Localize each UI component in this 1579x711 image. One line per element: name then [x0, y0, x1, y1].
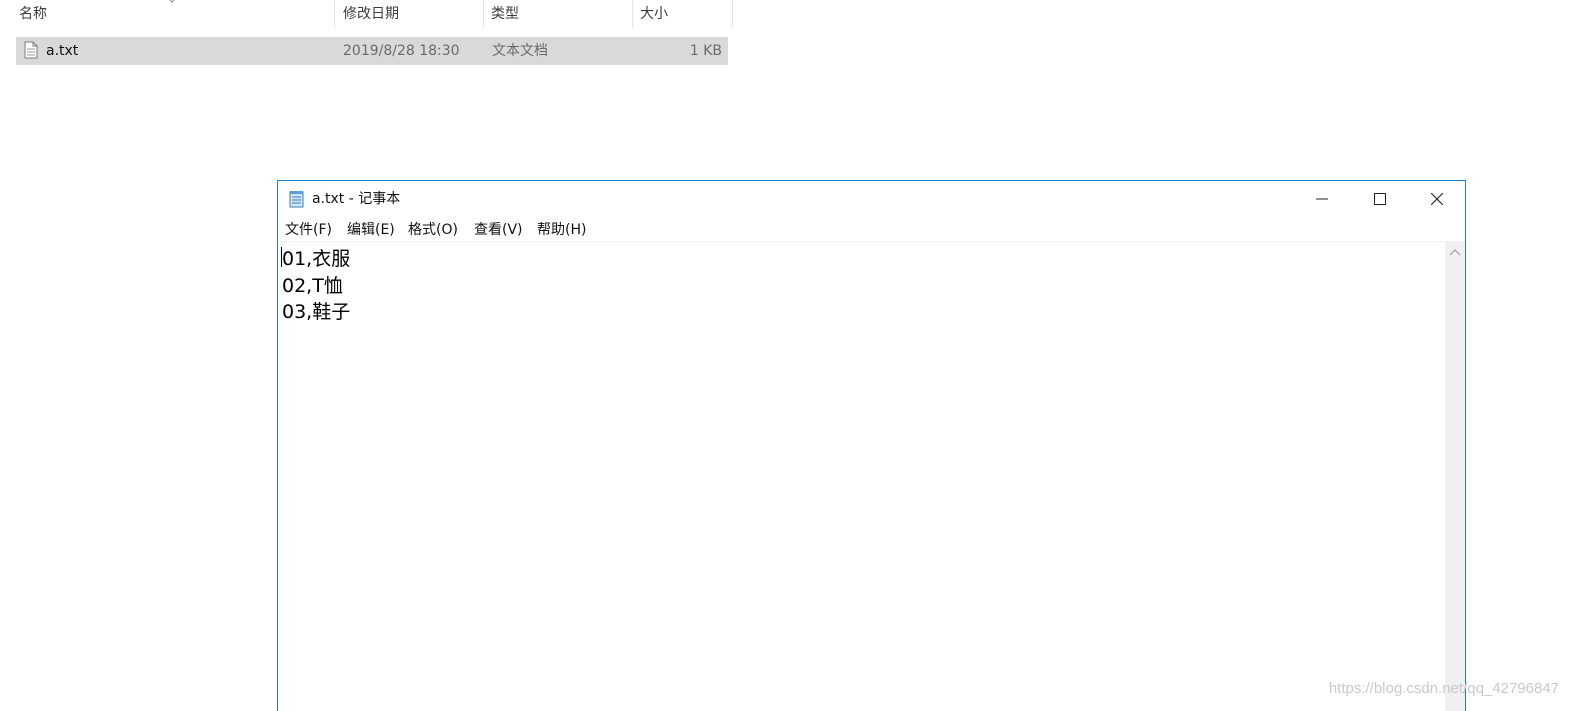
- file-name: a.txt: [46, 43, 79, 59]
- window-title: a.txt - 记事本: [312, 191, 401, 207]
- file-modified-date: 2019/8/28 18:30: [343, 43, 460, 59]
- column-header-size-label: 大小: [640, 6, 668, 22]
- minimize-button[interactable]: [1299, 181, 1345, 217]
- vertical-scrollbar[interactable]: [1445, 242, 1465, 711]
- menu-view[interactable]: 查看(V): [474, 217, 523, 243]
- editor-line-3: 03,鞋子: [282, 301, 351, 323]
- column-header-modified[interactable]: 修改日期: [336, 0, 484, 28]
- sort-caret-icon: [169, 0, 175, 3]
- column-header-modified-label: 修改日期: [343, 6, 399, 22]
- maximize-button[interactable]: [1357, 181, 1403, 217]
- editor-line-1: 01,衣服: [282, 248, 351, 270]
- minimize-icon: [1316, 198, 1328, 200]
- menu-file[interactable]: 文件(F): [285, 217, 332, 243]
- close-icon: [1431, 193, 1443, 205]
- column-header-size[interactable]: 大小: [633, 0, 733, 28]
- maximize-icon: [1374, 193, 1386, 205]
- file-icon: [24, 41, 38, 59]
- menu-edit[interactable]: 编辑(E): [347, 217, 395, 243]
- screen: 名称 修改日期 类型 大小 a.txt 2019/8/28 18:30 文本文档: [0, 0, 1579, 711]
- text-editor[interactable]: 01,衣服 02,T恤 03,鞋子: [278, 242, 1445, 711]
- menu-bar: 文件(F) 编辑(E) 格式(O) 查看(V) 帮助(H): [278, 217, 1465, 242]
- menu-help[interactable]: 帮助(H): [537, 217, 586, 243]
- column-header-type-label: 类型: [491, 6, 519, 22]
- notepad-icon: [289, 191, 304, 208]
- column-header-name-label: 名称: [19, 6, 47, 22]
- column-header-type[interactable]: 类型: [484, 0, 633, 28]
- file-size: 1 KB: [689, 43, 722, 59]
- file-row[interactable]: a.txt 2019/8/28 18:30 文本文档 1 KB: [16, 37, 728, 65]
- menu-format[interactable]: 格式(O): [408, 217, 458, 243]
- watermark: https://blog.csdn.net/qq_42796847: [1328, 680, 1559, 697]
- scroll-up-icon[interactable]: [1449, 248, 1461, 256]
- column-header-name[interactable]: 名称: [12, 0, 335, 28]
- editor-line-2: 02,T恤: [282, 275, 343, 297]
- close-button[interactable]: [1414, 181, 1460, 217]
- title-bar[interactable]: a.txt - 记事本: [278, 181, 1465, 217]
- file-type: 文本文档: [492, 43, 548, 59]
- file-explorer-list: 名称 修改日期 类型 大小 a.txt 2019/8/28 18:30 文本文档: [0, 0, 735, 70]
- notepad-window: a.txt - 记事本 文件(F) 编辑(E) 格式(O) 查看(V) 帮助(H…: [277, 180, 1466, 711]
